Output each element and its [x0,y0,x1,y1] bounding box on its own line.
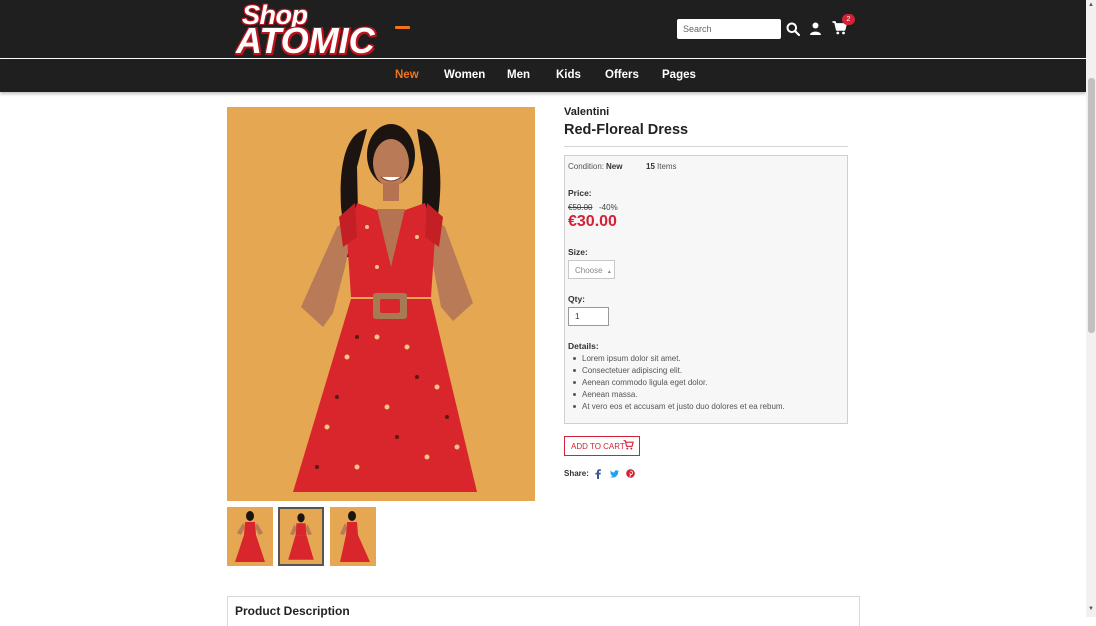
nav-item-men[interactable]: Men [507,69,530,81]
quantity-input[interactable] [568,307,609,326]
stock-label: Items [657,162,677,171]
details-item: Lorem ipsum dolor sit amet. [571,354,785,366]
condition-value: New [606,162,623,171]
shop-atomic-logo[interactable]: Shop ATOMIC [234,0,394,61]
active-nav-indicator [395,26,410,29]
pinterest-icon[interactable] [626,469,635,478]
product-main-image[interactable] [227,107,535,501]
thumbnail-dress-illustration [280,509,322,564]
nav-item-women[interactable]: Women [444,69,485,81]
product-brand: Valentini [564,106,610,118]
scroll-up-arrow-icon[interactable]: ▲ [1088,2,1094,8]
thumbnail-dress-illustration [330,507,376,566]
user-icon[interactable] [809,22,822,35]
caret-up-icon: ▲ [606,269,612,275]
details-label: Details: [568,341,599,351]
scroll-down-arrow-icon[interactable]: ▼ [1088,606,1094,612]
dress-model-illustration [227,107,535,501]
size-label: Size: [568,247,588,257]
nav-item-kids[interactable]: Kids [556,69,581,81]
product-thumbnail-3[interactable] [330,507,376,566]
price-label: Price: [568,188,592,198]
details-list: Lorem ipsum dolor sit amet. Consectetuer… [571,354,785,414]
search-icon[interactable] [786,22,800,36]
share-label: Share: [564,469,589,478]
discount-percent: -40% [599,203,618,212]
product-thumbnail-1[interactable] [227,507,273,566]
nav-item-offers[interactable]: Offers [605,69,639,81]
page-scrollbar-thumb[interactable] [1088,78,1095,333]
title-divider [564,146,848,147]
main-nav: New Women Men Kids Offers Pages [0,59,1086,92]
cart-count-badge: 2 [842,14,855,25]
cart-icon [623,440,634,450]
nav-item-new[interactable]: New [395,69,419,81]
twitter-icon[interactable] [610,470,619,478]
product-title: Red-Floreal Dress [564,122,689,138]
search-input[interactable] [677,19,781,39]
details-item: At vero eos et accusam et justo duo dolo… [571,402,785,414]
old-price: €50.00 [568,203,593,212]
facebook-icon[interactable] [595,469,601,479]
size-select[interactable]: Choose ▲ [568,260,615,279]
current-price: €30.00 [568,213,617,230]
details-item: Aenean commodo ligula eget dolor. [571,378,785,390]
nav-item-pages[interactable]: Pages [662,69,696,81]
size-select-value: Choose [575,266,603,275]
qty-label: Qty: [568,294,585,304]
stock-count: 15 [646,162,655,171]
logo-atomic-text: ATOMIC [236,20,375,61]
condition-label: Condition: [568,162,605,171]
product-description-title: Product Description [235,604,350,618]
details-item: Consectetuer adipiscing elit. [571,366,785,378]
top-header [0,0,1086,58]
thumbnail-dress-illustration [227,507,273,566]
details-item: Aenean massa. [571,390,785,402]
product-thumbnail-2[interactable] [278,507,324,566]
